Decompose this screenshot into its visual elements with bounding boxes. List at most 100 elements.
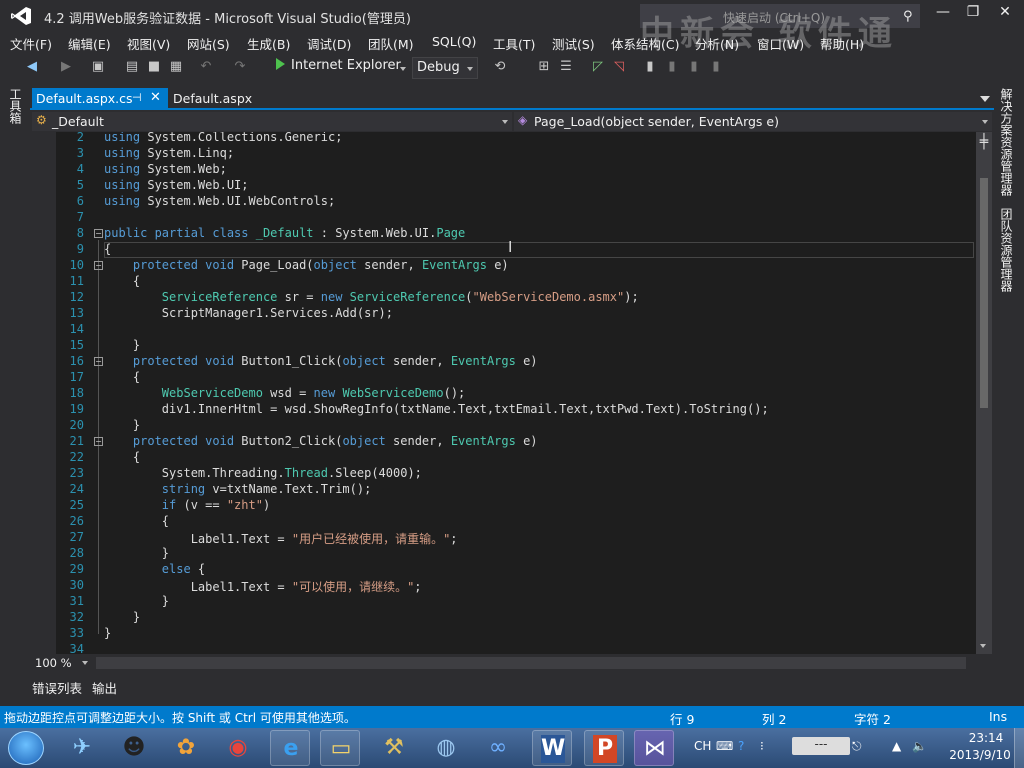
- taskbar-app[interactable]: ✿: [166, 730, 206, 766]
- show-hidden-icons-icon[interactable]: ▲: [892, 739, 901, 753]
- tab-overflow-icon[interactable]: [980, 96, 990, 102]
- taskbar-app[interactable]: e: [270, 730, 310, 766]
- collapse-icon[interactable]: −: [94, 261, 103, 270]
- comment-icon[interactable]: ◸: [590, 59, 606, 75]
- close-button[interactable]: ✕: [990, 4, 1020, 26]
- windows-start-button[interactable]: [8, 731, 44, 765]
- run-target-dropdown-icon[interactable]: [400, 67, 406, 71]
- toolbox-tab[interactable]: 工具箱: [8, 88, 24, 124]
- ime-options-icon[interactable]: ⁝: [760, 739, 764, 753]
- solution-config-select[interactable]: Debug: [412, 57, 478, 79]
- network-icon[interactable]: ⎋: [852, 739, 862, 754]
- open-file-icon[interactable]: ▤: [124, 59, 140, 75]
- indicator-margin[interactable]: [30, 132, 56, 654]
- zoom-level[interactable]: 100 %: [35, 656, 72, 670]
- scroll-down-icon[interactable]: [980, 644, 986, 648]
- menu-tools[interactable]: 工具(T): [493, 34, 535, 53]
- menu-architecture[interactable]: 体系结构(C): [611, 34, 679, 53]
- taskbar-app[interactable]: ◉: [218, 730, 258, 766]
- minimize-button[interactable]: —: [928, 4, 958, 26]
- taskbar-app[interactable]: ◍: [426, 730, 466, 766]
- taskbar-app[interactable]: W: [532, 730, 572, 766]
- browser-link-icon[interactable]: ⟲: [492, 59, 508, 75]
- code-editor[interactable]: 2 3 4 5 6 7 8 9 10 11 12 13 14 15 16 17 …: [30, 132, 976, 654]
- menu-file[interactable]: 文件(F): [10, 34, 52, 53]
- tab-default-aspx[interactable]: Default.aspx: [173, 91, 252, 106]
- chevron-down-icon[interactable]: [82, 661, 88, 665]
- line-number: 33: [69, 626, 84, 640]
- menu-sql[interactable]: SQL(Q): [432, 34, 476, 49]
- tab-output[interactable]: 输出: [92, 678, 117, 697]
- collapse-icon[interactable]: −: [94, 437, 103, 446]
- tab-error-list[interactable]: 错误列表: [32, 678, 82, 697]
- back-icon[interactable]: ◀: [24, 59, 40, 75]
- menu-help[interactable]: 帮助(H): [820, 34, 864, 53]
- taskbar-app[interactable]: ☻: [114, 730, 154, 766]
- clock-date[interactable]: 2013/9/10: [940, 748, 1020, 762]
- taskbar-app[interactable]: ⚒: [374, 730, 414, 766]
- splitter-icon[interactable]: ╪: [976, 134, 992, 150]
- save-icon[interactable]: ■: [146, 59, 162, 75]
- class-dropdown[interactable]: ⚙ _Default: [32, 112, 512, 131]
- close-icon[interactable]: ✕: [150, 90, 161, 105]
- volume-icon[interactable]: 🔈: [912, 739, 927, 753]
- collapse-icon[interactable]: −: [94, 229, 103, 238]
- taskbar-app[interactable]: ▭: [320, 730, 360, 766]
- help-icon[interactable]: ?: [738, 739, 744, 753]
- show-desktop-button[interactable]: [1014, 728, 1024, 768]
- forward-icon[interactable]: ▶: [58, 59, 74, 75]
- menu-debug[interactable]: 调试(D): [307, 34, 351, 53]
- clock-time[interactable]: 23:14: [956, 731, 1016, 745]
- taskbar-app[interactable]: ✈: [62, 730, 102, 766]
- input-language[interactable]: CH: [694, 739, 711, 753]
- team-explorer-tab[interactable]: 团队资源管理器: [999, 208, 1015, 292]
- taskbar-app[interactable]: ⋈: [634, 730, 674, 766]
- menu-build[interactable]: 生成(B): [247, 34, 290, 53]
- search-icon[interactable]: ⚲: [903, 9, 913, 24]
- new-project-icon[interactable]: ▣: [90, 59, 106, 75]
- code-line: protected void Button1_Click(object send…: [132, 354, 538, 368]
- horizontal-scrollbar[interactable]: [96, 657, 966, 669]
- taskbar-app[interactable]: P: [584, 730, 624, 766]
- quick-launch-input[interactable]: 快速启动 (Ctrl+Q): [723, 9, 825, 26]
- play-icon: [276, 58, 285, 70]
- redo-icon[interactable]: ↷: [232, 59, 248, 75]
- uncomment-icon[interactable]: ◹: [611, 59, 627, 75]
- bookmark-icon[interactable]: ▮: [642, 59, 658, 75]
- left-tool-strip: [0, 86, 30, 706]
- start-debugging-button[interactable]: Internet Explorer: [276, 58, 401, 78]
- status-char: 字符 2: [854, 712, 891, 727]
- next-bookmark-icon[interactable]: ▮: [686, 59, 702, 75]
- keyboard-icon[interactable]: ⌨: [716, 739, 733, 753]
- solution-explorer-tab[interactable]: 解决方案资源管理器: [999, 88, 1015, 196]
- taskbar-app[interactable]: ∞: [478, 730, 518, 766]
- pin-icon[interactable]: ⊣: [132, 91, 142, 104]
- code-line: System.Threading.Thread.Sleep(4000);: [104, 466, 422, 480]
- prev-bookmark-icon[interactable]: ▮: [664, 59, 680, 75]
- menu-analyze[interactable]: 分析(N): [695, 34, 739, 53]
- menu-edit[interactable]: 编辑(E): [68, 34, 111, 53]
- code-line: {: [104, 514, 170, 528]
- menu-website[interactable]: 网站(S): [187, 34, 230, 53]
- tab-default-aspx-cs[interactable]: Default.aspx.cs ⊣ ✕: [32, 88, 168, 110]
- line-number: 6: [76, 194, 84, 208]
- clear-bookmarks-icon[interactable]: ▮: [708, 59, 724, 75]
- outline-icon[interactable]: ☰: [558, 59, 574, 75]
- member-dropdown[interactable]: ◈ Page_Load(object sender, EventArgs e): [514, 112, 992, 131]
- menu-team[interactable]: 团队(M): [368, 34, 414, 53]
- quick-launch-box[interactable]: 快速启动 (Ctrl+Q) ⚲: [640, 4, 920, 28]
- vertical-scrollbar[interactable]: ╪: [976, 132, 992, 654]
- restore-button[interactable]: ❐: [958, 4, 988, 26]
- collapse-icon[interactable]: −: [94, 357, 103, 366]
- navigate-icon[interactable]: ⊞: [536, 59, 552, 75]
- menu-test[interactable]: 测试(S): [552, 34, 595, 53]
- menu-view[interactable]: 视图(V): [127, 34, 170, 53]
- ime-bar-icon[interactable]: ---: [792, 737, 850, 755]
- code-line: ServiceReference sr = new ServiceReferen…: [161, 290, 639, 304]
- save-all-icon[interactable]: ▦: [168, 59, 184, 75]
- undo-icon[interactable]: ↶: [198, 59, 214, 75]
- scrollbar-thumb[interactable]: [980, 178, 988, 408]
- run-target-label: Internet Explorer: [291, 58, 401, 73]
- menu-window[interactable]: 窗口(W): [757, 34, 804, 53]
- game-app-icon: ✿: [176, 735, 196, 760]
